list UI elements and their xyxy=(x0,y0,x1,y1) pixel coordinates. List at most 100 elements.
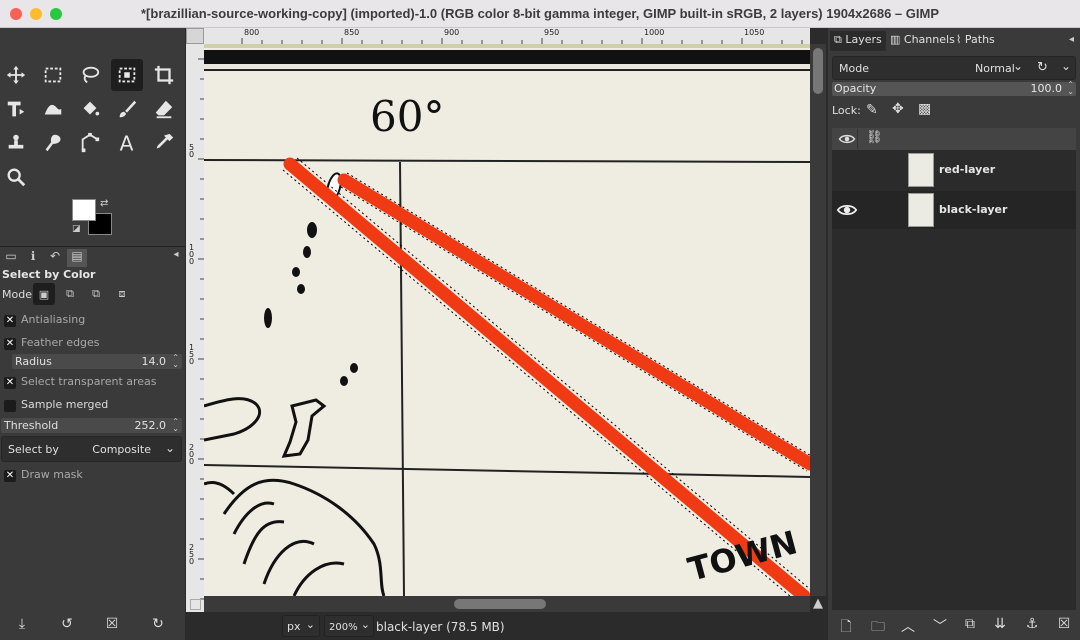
raise-layer-icon[interactable]: ︿ xyxy=(898,616,918,636)
vertical-scrollbar[interactable] xyxy=(810,44,826,596)
opacity-value: 100.0 xyxy=(1030,82,1063,95)
paths-tab-icon: ⌇ xyxy=(956,33,962,46)
draw-mask-label: Draw mask xyxy=(21,468,83,481)
antialiasing-checkbox[interactable]: ✕ xyxy=(4,315,16,327)
image-window: 800 850 900 950 1000 1050 5 0 1 0 0 1 5 … xyxy=(186,28,826,640)
threshold-spinner[interactable]: Threshold 252.0 ⌃ ⌄ xyxy=(1,418,182,433)
layer-row[interactable]: red-layer xyxy=(832,151,1076,189)
link-chain-icon[interactable]: ⛓ xyxy=(866,130,883,145)
chevron-down-icon: ⌄ xyxy=(1013,59,1024,73)
spinner-arrows-icon[interactable]: ⌃ ⌄ xyxy=(1067,81,1074,96)
eye-icon[interactable] xyxy=(836,199,858,221)
draw-mask-checkbox[interactable]: ✕ xyxy=(4,470,16,482)
foreground-color-swatch[interactable] xyxy=(72,199,96,221)
ruler-corner[interactable] xyxy=(186,28,204,44)
eye-icon[interactable] xyxy=(836,129,858,149)
quick-mask-icon[interactable] xyxy=(190,599,201,610)
reset-options-icon[interactable]: ↻ xyxy=(148,616,168,636)
anchor-layer-icon[interactable]: ⚓ xyxy=(1022,616,1042,636)
spinner-arrows-icon[interactable]: ⌃ ⌄ xyxy=(172,418,179,433)
configure-tab-icon[interactable]: ◂ xyxy=(1069,34,1074,45)
title-bar: *[brazillian-source-working-copy] (impor… xyxy=(0,0,1080,28)
crop-tool-icon[interactable] xyxy=(148,59,180,91)
configure-tab-icon[interactable]: ◂ xyxy=(166,249,186,267)
ruler-label: 5 0 xyxy=(189,143,195,159)
ruler-label: 1 5 0 xyxy=(189,343,195,366)
navigate-icon[interactable]: ▲ xyxy=(810,596,826,612)
tool-options-tab-icon[interactable]: ▭ xyxy=(1,249,21,267)
device-status-tab-icon[interactable]: ℹ xyxy=(23,249,43,267)
tool-options-bottom-bar: ⤓ ↺ ☒ ↻ xyxy=(0,612,185,640)
duplicate-layer-icon[interactable]: ⧉ xyxy=(960,616,980,636)
delete-layer-icon[interactable]: ☒ xyxy=(1054,616,1074,636)
tab-channels[interactable]: ▥ Channels xyxy=(886,31,959,51)
tab-layers[interactable]: ⧉ Layers xyxy=(830,31,886,51)
subtract-mode-icon[interactable]: ⧉ xyxy=(85,283,107,305)
svg-text:A: A xyxy=(120,132,134,154)
chevron-down-icon[interactable]: ⌄ xyxy=(1061,59,1071,73)
lock-alpha-icon[interactable]: ▩ xyxy=(918,101,931,117)
select-by-combo[interactable]: Select by Composite ⌄ xyxy=(1,436,182,462)
eraser-tool-icon[interactable] xyxy=(148,93,180,125)
smudge-tool-icon[interactable] xyxy=(37,127,69,159)
tab-label: Layers xyxy=(845,33,882,46)
opacity-spinner[interactable]: Opacity 100.0 ⌃ ⌄ xyxy=(832,81,1076,96)
radius-spinner[interactable]: Radius 14.0 ⌃ ⌄ xyxy=(12,354,182,369)
move-tool-icon[interactable] xyxy=(0,59,32,91)
layer-mode-select[interactable]: Mode Normal ⌄ ↻ ⌄ xyxy=(832,56,1076,80)
layer-thumbnail xyxy=(908,153,934,187)
vertical-ruler[interactable]: 5 0 1 0 0 1 5 0 2 0 0 2 5 0 xyxy=(186,44,204,612)
composite-mode-icon[interactable]: ↻ xyxy=(1037,60,1048,75)
undo-history-tab-icon[interactable]: ↶ xyxy=(45,249,65,267)
lock-pixels-icon[interactable]: ✎ xyxy=(866,102,878,118)
spinner-arrows-icon[interactable]: ⌃ ⌄ xyxy=(172,354,179,369)
paths-tool-icon[interactable] xyxy=(74,127,106,159)
tab-paths[interactable]: ⌇ Paths xyxy=(952,31,999,51)
map-degree-label: 60° xyxy=(370,92,445,141)
zoom-tool-icon[interactable] xyxy=(0,161,32,193)
unit-select[interactable]: px ⌄ xyxy=(282,615,320,637)
bucket-fill-tool-icon[interactable] xyxy=(74,93,106,125)
tool-options-title: Select by Color xyxy=(2,268,96,281)
merge-layer-icon[interactable]: ⇊ xyxy=(990,616,1010,636)
horizontal-scrollbar[interactable] xyxy=(204,596,810,612)
canvas[interactable]: 60° TOWN xyxy=(204,44,810,596)
layers-dock: ⧉ Layers ▥ Channels ⌇ Paths ◂ Mode Norma… xyxy=(828,28,1080,640)
color-picker-tool-icon[interactable] xyxy=(148,127,180,159)
unified-transform-tool-icon[interactable] xyxy=(0,93,32,125)
select-transparent-label: Select transparent areas xyxy=(21,375,157,388)
horizontal-ruler[interactable]: 800 850 900 950 1000 1050 xyxy=(204,28,810,44)
new-layer-group-icon[interactable]: 🗀 xyxy=(868,616,888,636)
lock-position-icon[interactable]: ✥ xyxy=(892,101,904,117)
unit-value: px xyxy=(287,620,301,633)
select-by-color-tool-icon[interactable] xyxy=(111,59,143,91)
save-options-icon[interactable]: ⤓ xyxy=(12,616,32,636)
restore-options-icon[interactable]: ↺ xyxy=(57,616,77,636)
feather-edges-checkbox[interactable]: ✕ xyxy=(4,338,16,350)
intersect-mode-icon[interactable]: ⧈ xyxy=(111,283,133,305)
sample-merged-checkbox[interactable] xyxy=(4,400,16,412)
paintbrush-tool-icon[interactable] xyxy=(111,93,143,125)
layer-name: red-layer xyxy=(939,163,996,176)
rect-select-tool-icon[interactable] xyxy=(37,59,69,91)
layer-row[interactable]: black-layer xyxy=(832,191,1076,229)
images-tab-icon[interactable]: ▤ xyxy=(67,249,87,267)
tool-options-tabs: ▭ ℹ ↶ ▤ ◂ xyxy=(0,246,185,268)
scroll-thumb[interactable] xyxy=(454,599,546,609)
scroll-thumb[interactable] xyxy=(813,48,823,94)
default-colors-icon[interactable]: ◪ xyxy=(72,224,81,234)
replace-mode-icon[interactable]: ▣ xyxy=(33,283,55,305)
layer-name: black-layer xyxy=(939,203,1008,216)
swap-colors-icon[interactable]: ⇄ xyxy=(100,198,108,209)
warp-transform-tool-icon[interactable] xyxy=(37,93,69,125)
zoom-select[interactable]: 200% ⌄ xyxy=(324,615,374,637)
lower-layer-icon[interactable]: ﹀ xyxy=(930,616,950,636)
lasso-tool-icon[interactable] xyxy=(74,59,106,91)
clone-tool-icon[interactable] xyxy=(0,127,32,159)
text-tool-icon[interactable]: A xyxy=(111,127,143,159)
add-mode-icon[interactable]: ⧉ xyxy=(59,283,81,305)
new-layer-icon[interactable]: 🗋 xyxy=(836,616,856,636)
delete-options-icon[interactable]: ☒ xyxy=(102,616,122,636)
ruler-label: 800 xyxy=(244,28,260,37)
select-transparent-checkbox[interactable]: ✕ xyxy=(4,377,16,389)
